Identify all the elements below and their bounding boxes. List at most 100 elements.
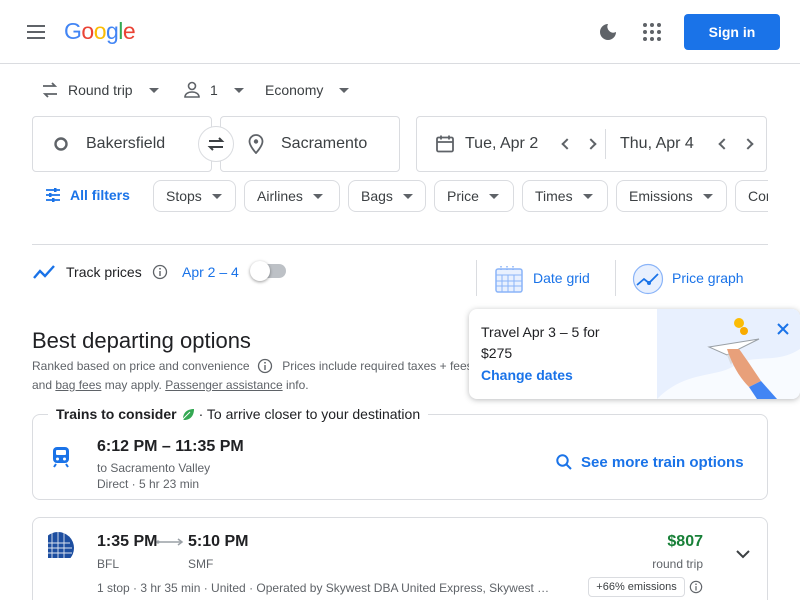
origin-field[interactable]: Bakersfield: [32, 116, 212, 172]
apps-grid-icon[interactable]: [640, 20, 664, 44]
toggle-knob: [250, 261, 270, 281]
origin-value: Bakersfield: [86, 135, 166, 152]
date-grid-button[interactable]: Date grid: [533, 270, 590, 286]
leaf-icon: [182, 409, 194, 420]
filter-label: Stops: [166, 188, 202, 204]
logo-letter-6: e: [122, 18, 136, 44]
united-logo-icon: [48, 531, 75, 558]
logo-letter-1: G: [64, 18, 82, 44]
next-return-date-icon[interactable]: [742, 138, 754, 150]
date-grid-icon: [495, 266, 523, 293]
emissions-badge: +66% emissions: [588, 577, 685, 597]
prev-depart-date-icon[interactable]: [561, 138, 573, 150]
trending-line-icon: [33, 265, 55, 279]
flight-price: $807: [667, 533, 703, 550]
train-details: Direct · 5 hr 23 min: [97, 477, 200, 491]
dark-theme-icon[interactable]: [596, 20, 620, 44]
price-type: round trip: [652, 557, 703, 571]
swap-locations-button[interactable]: [198, 126, 234, 162]
section-divider: [32, 244, 768, 245]
filter-emissions[interactable]: Emissions: [616, 180, 727, 212]
cabin-class-label: Economy: [265, 82, 324, 98]
info-icon[interactable]: [152, 264, 168, 280]
train-times: 6:12 PM – 11:35 PM: [97, 438, 244, 455]
chevron-down-icon: [402, 193, 413, 199]
filter-label: Bags: [361, 188, 393, 204]
search-icon: [556, 454, 572, 470]
results-heading: Best departing options: [32, 328, 251, 353]
filter-times[interactable]: Times: [522, 180, 608, 212]
date-range-field[interactable]: Tue, Apr 2 Thu, Apr 4: [416, 116, 767, 172]
trip-type-select[interactable]: Round trip: [40, 80, 159, 100]
trains-subtitle: · To arrive closer to your destination: [198, 406, 421, 422]
price-graph-button[interactable]: Price graph: [672, 270, 744, 286]
track-prices-toggle[interactable]: [250, 261, 286, 281]
passengers-count: 1: [210, 82, 218, 98]
chevron-down-icon: [211, 193, 222, 199]
prev-return-date-icon[interactable]: [718, 138, 730, 150]
return-date[interactable]: Thu, Apr 4: [620, 135, 716, 153]
google-logo[interactable]: Google: [64, 18, 136, 45]
filter-label: Price: [447, 188, 479, 204]
change-dates-link[interactable]: Change dates: [481, 367, 573, 383]
chevron-down-icon: [233, 87, 244, 93]
app-header: Google Sign in: [0, 0, 800, 64]
swap-arrows-icon: [42, 82, 58, 98]
flight-arrow-icon: [156, 538, 184, 546]
track-prices-label: Track prices: [66, 264, 142, 280]
ranked-text: Ranked based on price and convenience: [32, 359, 250, 373]
calendar-icon: [436, 135, 454, 153]
see-more-trains-button[interactable]: See more train options: [555, 453, 744, 471]
swap-icon: [207, 137, 225, 151]
info-icon[interactable]: [689, 580, 703, 594]
fees-prefix: and: [32, 378, 56, 392]
all-filters-label: All filters: [70, 187, 130, 203]
depart-date[interactable]: Tue, Apr 2: [465, 135, 559, 153]
chevron-down-icon: [312, 193, 323, 199]
next-depart-date-icon[interactable]: [585, 138, 597, 150]
fees-suffix: info.: [282, 378, 309, 392]
flight-details: 1 stop · 3 hr 35 min · United · Operated…: [97, 581, 550, 595]
passengers-select[interactable]: 1: [182, 80, 244, 100]
chevron-down-icon: [702, 193, 713, 199]
cabin-class-select[interactable]: Economy: [265, 80, 350, 100]
prices-note: Prices include required taxes + fees for…: [282, 359, 492, 373]
popup-message: Travel Apr 3 – 5 for $275: [481, 324, 600, 361]
filter-label: Times: [535, 188, 573, 204]
sign-in-button[interactable]: Sign in: [684, 14, 780, 50]
see-more-trains-label: See more train options: [581, 453, 744, 471]
destination-field[interactable]: Sacramento: [220, 116, 400, 172]
close-icon[interactable]: [775, 321, 791, 337]
person-icon: [184, 81, 200, 98]
filter-connecting-airports[interactable]: Connecting airports: [735, 180, 768, 212]
arrive-time: 5:10 PM: [188, 533, 249, 550]
ranking-note: Ranked based on price and convenience Pr…: [32, 358, 492, 374]
date-divider: [605, 129, 606, 159]
filter-bags[interactable]: Bags: [348, 180, 426, 212]
all-filters-button[interactable]: All filters: [44, 186, 130, 204]
filter-label: Emissions: [629, 188, 693, 204]
filter-stops[interactable]: Stops: [153, 180, 236, 212]
location-pin-icon: [248, 134, 264, 154]
filter-price[interactable]: Price: [434, 180, 514, 212]
chevron-down-icon: [582, 193, 593, 199]
depart-time: 1:35 PM: [97, 533, 158, 550]
expand-chevron-icon[interactable]: [735, 548, 751, 560]
price-graph-icon: [632, 263, 664, 295]
view-divider: [615, 260, 616, 296]
trains-legend: Trains to consider · To arrive closer to…: [48, 406, 429, 422]
info-icon[interactable]: [257, 358, 273, 374]
fees-note: and bag fees may apply. Passenger assist…: [32, 378, 309, 392]
menu-icon[interactable]: [24, 20, 48, 44]
track-prices-range: Apr 2 – 4: [182, 264, 239, 280]
destination-code: SMF: [188, 557, 214, 571]
logo-letter-4: g: [105, 18, 119, 44]
filter-airlines[interactable]: Airlines: [244, 180, 340, 212]
fees-middle: may apply.: [101, 378, 166, 392]
bag-fees-link[interactable]: bag fees: [55, 378, 101, 392]
passenger-assistance-link[interactable]: Passenger assistance: [165, 378, 282, 392]
tune-icon: [46, 188, 60, 202]
trip-type-label: Round trip: [68, 82, 133, 98]
chevron-down-icon: [339, 87, 350, 93]
origin-circle-icon: [54, 137, 68, 151]
